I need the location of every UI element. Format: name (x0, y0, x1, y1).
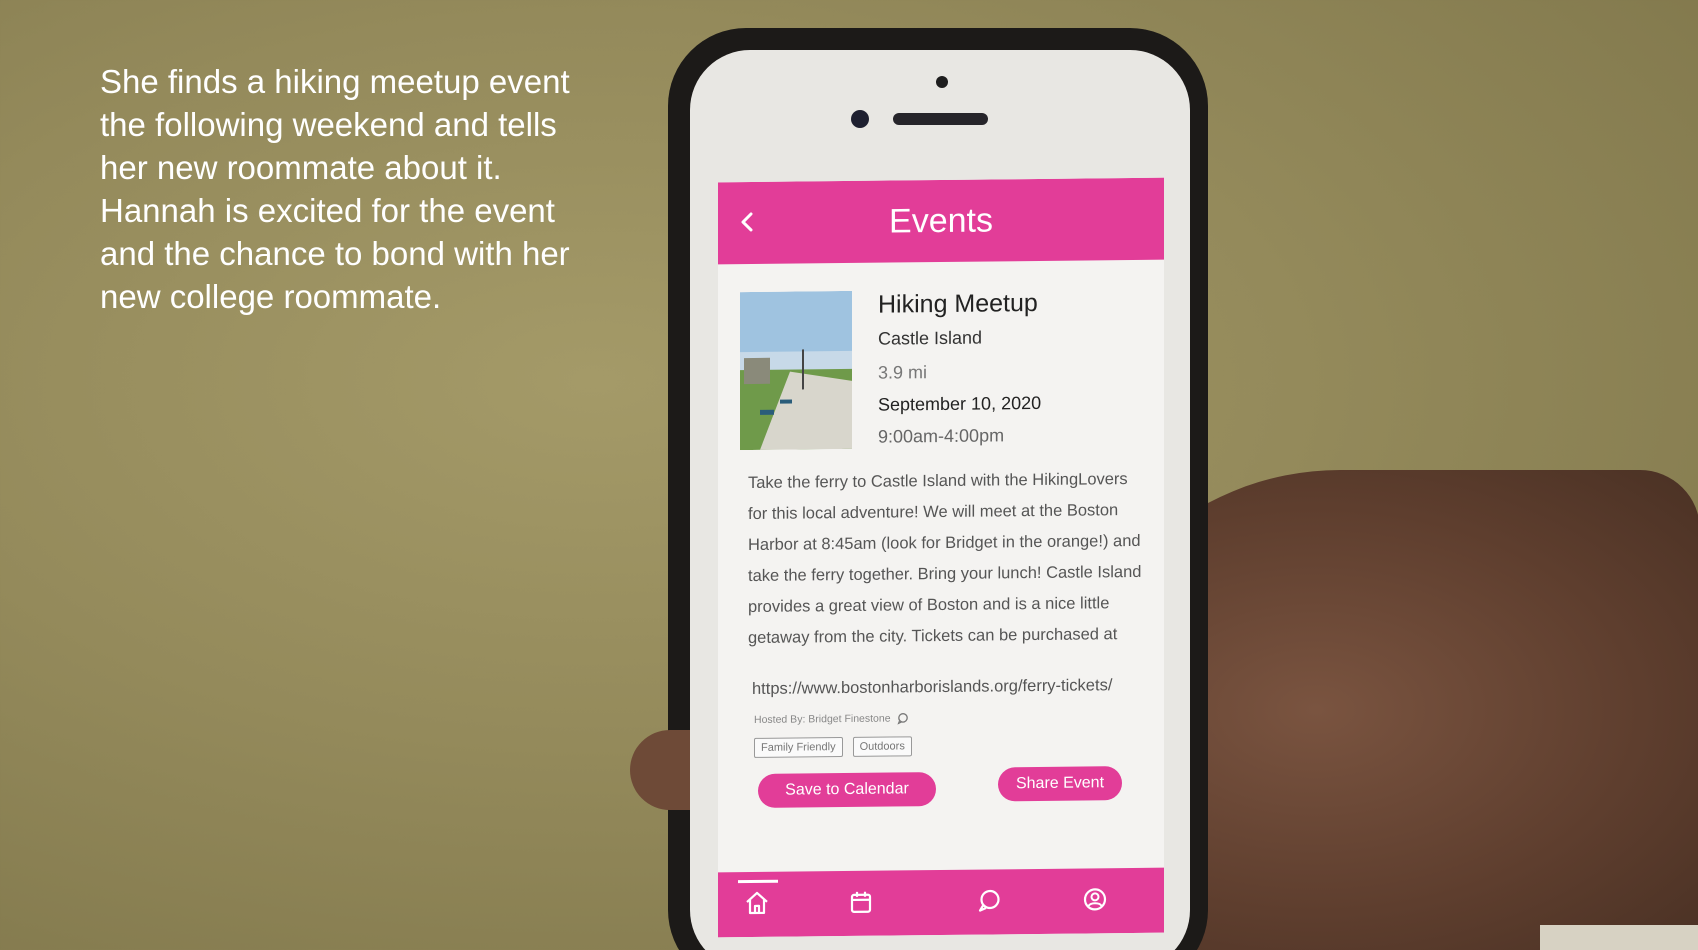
hosted-by-label: Hosted By: Bridget Finestone (754, 712, 891, 726)
caption-line: new college roommate. (100, 278, 442, 315)
event-time: 9:00am-4:00pm (878, 425, 1005, 447)
bottom-tab-bar (718, 867, 1164, 938)
caption-line: and the chance to bond with her (100, 235, 570, 272)
caption-line: Hannah is excited for the event (100, 192, 555, 229)
profile-icon[interactable] (1082, 886, 1112, 916)
caption-line: her new roommate about it. (100, 149, 502, 186)
event-tags: Family Friendly Outdoors (754, 736, 912, 758)
app-header: Events (718, 177, 1164, 265)
tag-outdoors[interactable]: Outdoors (852, 736, 912, 757)
event-description: Take the ferry to Castle Island with the… (748, 470, 1142, 648)
event-date: September 10, 2020 (878, 392, 1042, 415)
phone-sensor (936, 76, 948, 88)
caption-line: She finds a hiking meetup event (100, 63, 570, 100)
phone-speaker (893, 113, 988, 125)
header-title: Events (889, 201, 993, 241)
share-event-button[interactable]: Share Event (998, 766, 1122, 802)
message-host-icon[interactable] (896, 712, 909, 725)
story-caption: She finds a hiking meetup event the foll… (100, 60, 640, 318)
event-distance: 3.9 mi (878, 362, 928, 383)
event-location: Castle Island (878, 327, 983, 349)
chat-icon[interactable] (976, 887, 1006, 917)
event-image (740, 290, 852, 451)
caption-line: the following weekend and tells (100, 106, 557, 143)
event-title: Hiking Meetup (878, 288, 1038, 319)
home-icon[interactable] (744, 890, 774, 920)
front-camera (851, 110, 869, 128)
calendar-icon[interactable] (848, 889, 878, 919)
tickets-link[interactable]: https://www.bostonharborislands.org/ferr… (752, 676, 1112, 699)
wall-trim (1540, 925, 1698, 950)
tag-family-friendly[interactable]: Family Friendly (754, 737, 843, 758)
app-screen: Events Hiking Meetup Castle Island 3.9 m… (718, 177, 1164, 938)
save-to-calendar-button[interactable]: Save to Calendar (758, 772, 936, 808)
hosted-by: Hosted By: Bridget Finestone (754, 712, 909, 726)
active-tab-indicator (738, 879, 778, 884)
